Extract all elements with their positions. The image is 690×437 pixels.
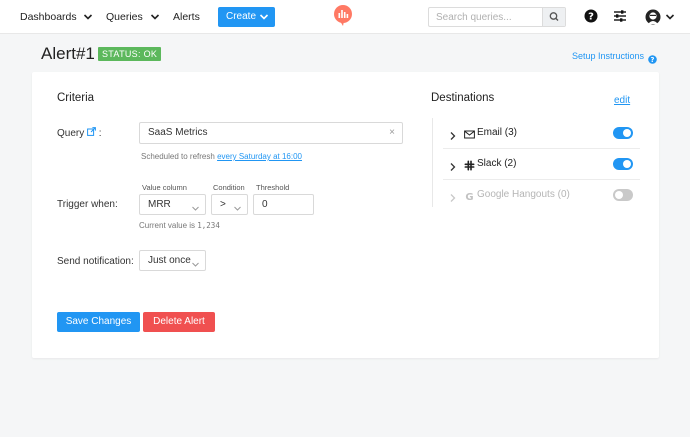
destination-row-google-hangouts[interactable]: G Google Hangouts (0) bbox=[443, 180, 640, 211]
destination-name: Email (3) bbox=[477, 127, 518, 138]
svg-text:?: ? bbox=[588, 12, 594, 23]
threshold-value: 0 bbox=[262, 199, 268, 210]
user-menu-chevron-down-icon[interactable] bbox=[665, 12, 675, 22]
save-changes-button[interactable]: Save Changes bbox=[57, 312, 140, 332]
toggle-knob bbox=[623, 160, 631, 168]
create-button[interactable]: Create bbox=[218, 7, 275, 27]
page-title: Alert#1 bbox=[41, 44, 95, 63]
schedule-link[interactable]: every Saturday at 16:00 bbox=[217, 152, 302, 161]
query-label-text: Query bbox=[57, 128, 85, 139]
search-box bbox=[428, 7, 566, 27]
value-column-select[interactable]: MRR bbox=[139, 194, 206, 215]
user-avatar[interactable] bbox=[645, 8, 661, 25]
redash-logo-icon[interactable] bbox=[333, 5, 353, 27]
svg-text:?: ? bbox=[651, 56, 655, 64]
nav-dashboards[interactable]: Dashboards bbox=[20, 0, 77, 34]
top-navbar: Dashboards Queries Alerts Create Search … bbox=[0, 0, 690, 34]
destination-name: Slack (2) bbox=[477, 158, 517, 169]
chevron-right-icon[interactable] bbox=[449, 159, 457, 171]
nav-alerts[interactable]: Alerts bbox=[173, 0, 200, 34]
clear-query-icon[interactable]: × bbox=[389, 123, 395, 143]
email-toggle[interactable] bbox=[613, 127, 633, 139]
chevron-down-icon bbox=[191, 257, 200, 267]
condition-label: Condition bbox=[213, 183, 245, 192]
nav-queries[interactable]: Queries bbox=[106, 0, 143, 34]
destinations-divider bbox=[432, 118, 433, 207]
threshold-label: Threshold bbox=[256, 183, 290, 192]
trigger-when-label: Trigger when: bbox=[57, 199, 118, 210]
mail-icon bbox=[464, 127, 475, 139]
toggle-knob bbox=[623, 129, 631, 137]
chevron-down-icon bbox=[233, 201, 242, 211]
settings-sliders-icon[interactable] bbox=[613, 9, 629, 25]
value-column-label: Value column bbox=[142, 183, 187, 192]
slack-toggle[interactable] bbox=[613, 158, 633, 170]
google-hangouts-toggle[interactable] bbox=[613, 189, 633, 201]
slack-icon bbox=[464, 158, 475, 171]
chevron-down-icon bbox=[191, 201, 200, 211]
threshold-input[interactable]: 0 bbox=[253, 194, 314, 215]
send-notification-label: Send notification: bbox=[57, 256, 134, 267]
edit-destinations-link[interactable]: edit bbox=[614, 95, 630, 106]
condition-select[interactable]: > bbox=[211, 194, 248, 215]
chevron-right-icon[interactable] bbox=[449, 128, 457, 140]
current-value-text: Current value is bbox=[139, 221, 196, 230]
chevron-right-icon[interactable] bbox=[449, 190, 457, 202]
current-value: 1,234 bbox=[197, 221, 220, 230]
schedule-helper: Scheduled to refresh every Saturday at 1… bbox=[141, 152, 302, 161]
destination-row-email[interactable]: Email (3) bbox=[443, 118, 640, 149]
query-select[interactable]: SaaS Metrics × bbox=[139, 122, 403, 144]
value-column-value: MRR bbox=[148, 199, 171, 210]
queries-chevron-down-icon[interactable] bbox=[150, 12, 160, 22]
help-circle-icon[interactable]: ? bbox=[584, 9, 600, 25]
destinations-heading: Destinations bbox=[431, 92, 495, 104]
schedule-text: Scheduled to refresh bbox=[141, 152, 215, 161]
toggle-knob bbox=[615, 191, 623, 199]
query-label: Query : bbox=[57, 127, 102, 139]
notification-frequency-select[interactable]: Just once bbox=[139, 250, 206, 271]
notification-frequency-value: Just once bbox=[148, 255, 191, 266]
criteria-heading: Criteria bbox=[57, 92, 95, 104]
search-icon bbox=[549, 12, 559, 21]
external-link-icon[interactable] bbox=[87, 127, 96, 136]
alert-card: Criteria Query : SaaS Metrics × Schedule… bbox=[32, 72, 659, 358]
create-button-label: Create bbox=[226, 11, 257, 22]
delete-alert-button[interactable]: Delete Alert bbox=[143, 312, 215, 332]
dashboards-chevron-down-icon[interactable] bbox=[83, 12, 93, 22]
svg-text:G: G bbox=[465, 192, 473, 202]
google-icon: G bbox=[464, 189, 475, 203]
destination-name: Google Hangouts (0) bbox=[477, 189, 570, 200]
search-input[interactable] bbox=[429, 8, 542, 26]
question-circle-icon[interactable]: ? bbox=[648, 51, 657, 64]
setup-instructions-link[interactable]: Setup Instructions bbox=[572, 51, 644, 61]
condition-value: > bbox=[220, 199, 226, 210]
current-value-helper: Current value is 1,234 bbox=[139, 221, 220, 230]
search-button[interactable] bbox=[542, 8, 565, 26]
destination-row-slack[interactable]: Slack (2) bbox=[443, 149, 640, 180]
create-chevron-down-icon bbox=[259, 12, 269, 22]
query-label-colon: : bbox=[98, 128, 102, 139]
query-select-value: SaaS Metrics bbox=[148, 127, 208, 138]
status-badge: STATUS: OK bbox=[98, 47, 162, 61]
